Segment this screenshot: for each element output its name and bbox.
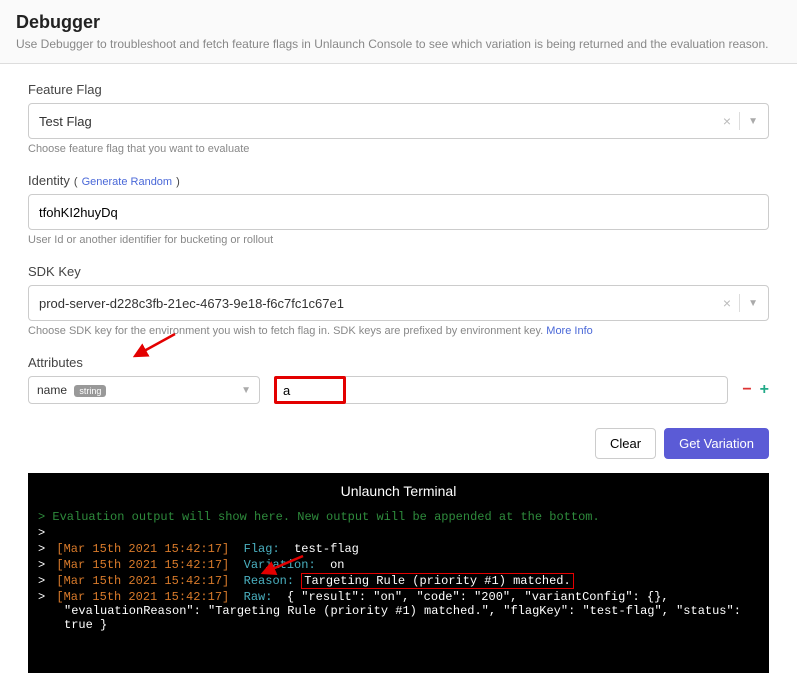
- select-controls: × ▼: [723, 294, 758, 312]
- page-subtitle: Use Debugger to troubleshoot and fetch f…: [16, 37, 781, 51]
- feature-flag-help: Choose feature flag that you want to eva…: [28, 143, 769, 155]
- form-content: Feature Flag Test Flag × ▼ Choose featur…: [0, 64, 797, 673]
- divider: [739, 112, 740, 130]
- divider: [739, 294, 740, 312]
- terminal-title: Unlaunch Terminal: [28, 483, 769, 499]
- get-variation-button[interactable]: Get Variation: [664, 428, 769, 459]
- terminal-line-raw: > [Mar 15th 2021 15:42:17] Raw: { "resul…: [28, 589, 769, 633]
- attributes-group: Attributes name string ▼ − +: [28, 355, 769, 404]
- type-badge: string: [74, 385, 106, 397]
- identity-help: User Id or another identifier for bucket…: [28, 234, 769, 246]
- more-info-link[interactable]: More Info: [546, 325, 592, 337]
- select-controls: × ▼: [723, 112, 758, 130]
- attribute-name-select[interactable]: name string ▼: [28, 376, 260, 404]
- attribute-value-input[interactable]: [283, 383, 337, 398]
- identity-input[interactable]: [39, 205, 758, 220]
- sdk-key-group: SDK Key prod-server-d228c3fb-21ec-4673-9…: [28, 264, 769, 337]
- clear-button[interactable]: Clear: [595, 428, 656, 459]
- chevron-down-icon[interactable]: ▼: [748, 298, 758, 309]
- terminal-line-flag: > [Mar 15th 2021 15:42:17] Flag: test-fl…: [28, 541, 769, 557]
- add-attribute-icon[interactable]: +: [760, 381, 769, 399]
- chevron-down-icon[interactable]: ▼: [241, 385, 251, 396]
- feature-flag-value: Test Flag: [39, 114, 92, 129]
- clear-icon[interactable]: ×: [723, 113, 731, 129]
- attribute-row: name string ▼ − +: [28, 376, 769, 404]
- sdk-key-select[interactable]: prod-server-d228c3fb-21ec-4673-9e18-f6c7…: [28, 285, 769, 321]
- attribute-row-actions: − +: [742, 381, 769, 399]
- attribute-name-value: name: [37, 383, 67, 397]
- identity-group: Identity (Generate Random) User Id or an…: [28, 173, 769, 246]
- sdk-key-label: SDK Key: [28, 264, 769, 279]
- generate-random-link[interactable]: Generate Random: [82, 176, 173, 188]
- terminal-line: >: [28, 525, 769, 541]
- page-title: Debugger: [16, 12, 781, 33]
- feature-flag-group: Feature Flag Test Flag × ▼ Choose featur…: [28, 82, 769, 155]
- terminal-line-variation: > [Mar 15th 2021 15:42:17] Variation: on: [28, 557, 769, 573]
- identity-label: Identity (Generate Random): [28, 173, 769, 188]
- attribute-value-input-wrap: [274, 376, 728, 404]
- remove-attribute-icon[interactable]: −: [742, 381, 751, 399]
- terminal-hint: > Evaluation output will show here. New …: [28, 509, 769, 525]
- attribute-value-highlight: [274, 376, 346, 404]
- chevron-down-icon[interactable]: ▼: [748, 116, 758, 127]
- sdk-key-value: prod-server-d228c3fb-21ec-4673-9e18-f6c7…: [39, 296, 344, 311]
- identity-input-wrap: [28, 194, 769, 230]
- feature-flag-select[interactable]: Test Flag × ▼: [28, 103, 769, 139]
- terminal: Unlaunch Terminal > Evaluation output wi…: [28, 473, 769, 673]
- attributes-label: Attributes: [28, 355, 769, 370]
- button-row: Clear Get Variation: [28, 428, 769, 459]
- clear-icon[interactable]: ×: [723, 295, 731, 311]
- reason-highlight: Targeting Rule (priority #1) matched.: [301, 573, 573, 589]
- feature-flag-label: Feature Flag: [28, 82, 769, 97]
- terminal-line-reason: > [Mar 15th 2021 15:42:17] Reason: Targe…: [28, 573, 769, 589]
- page-header: Debugger Use Debugger to troubleshoot an…: [0, 0, 797, 64]
- sdk-key-help: Choose SDK key for the environment you w…: [28, 325, 769, 337]
